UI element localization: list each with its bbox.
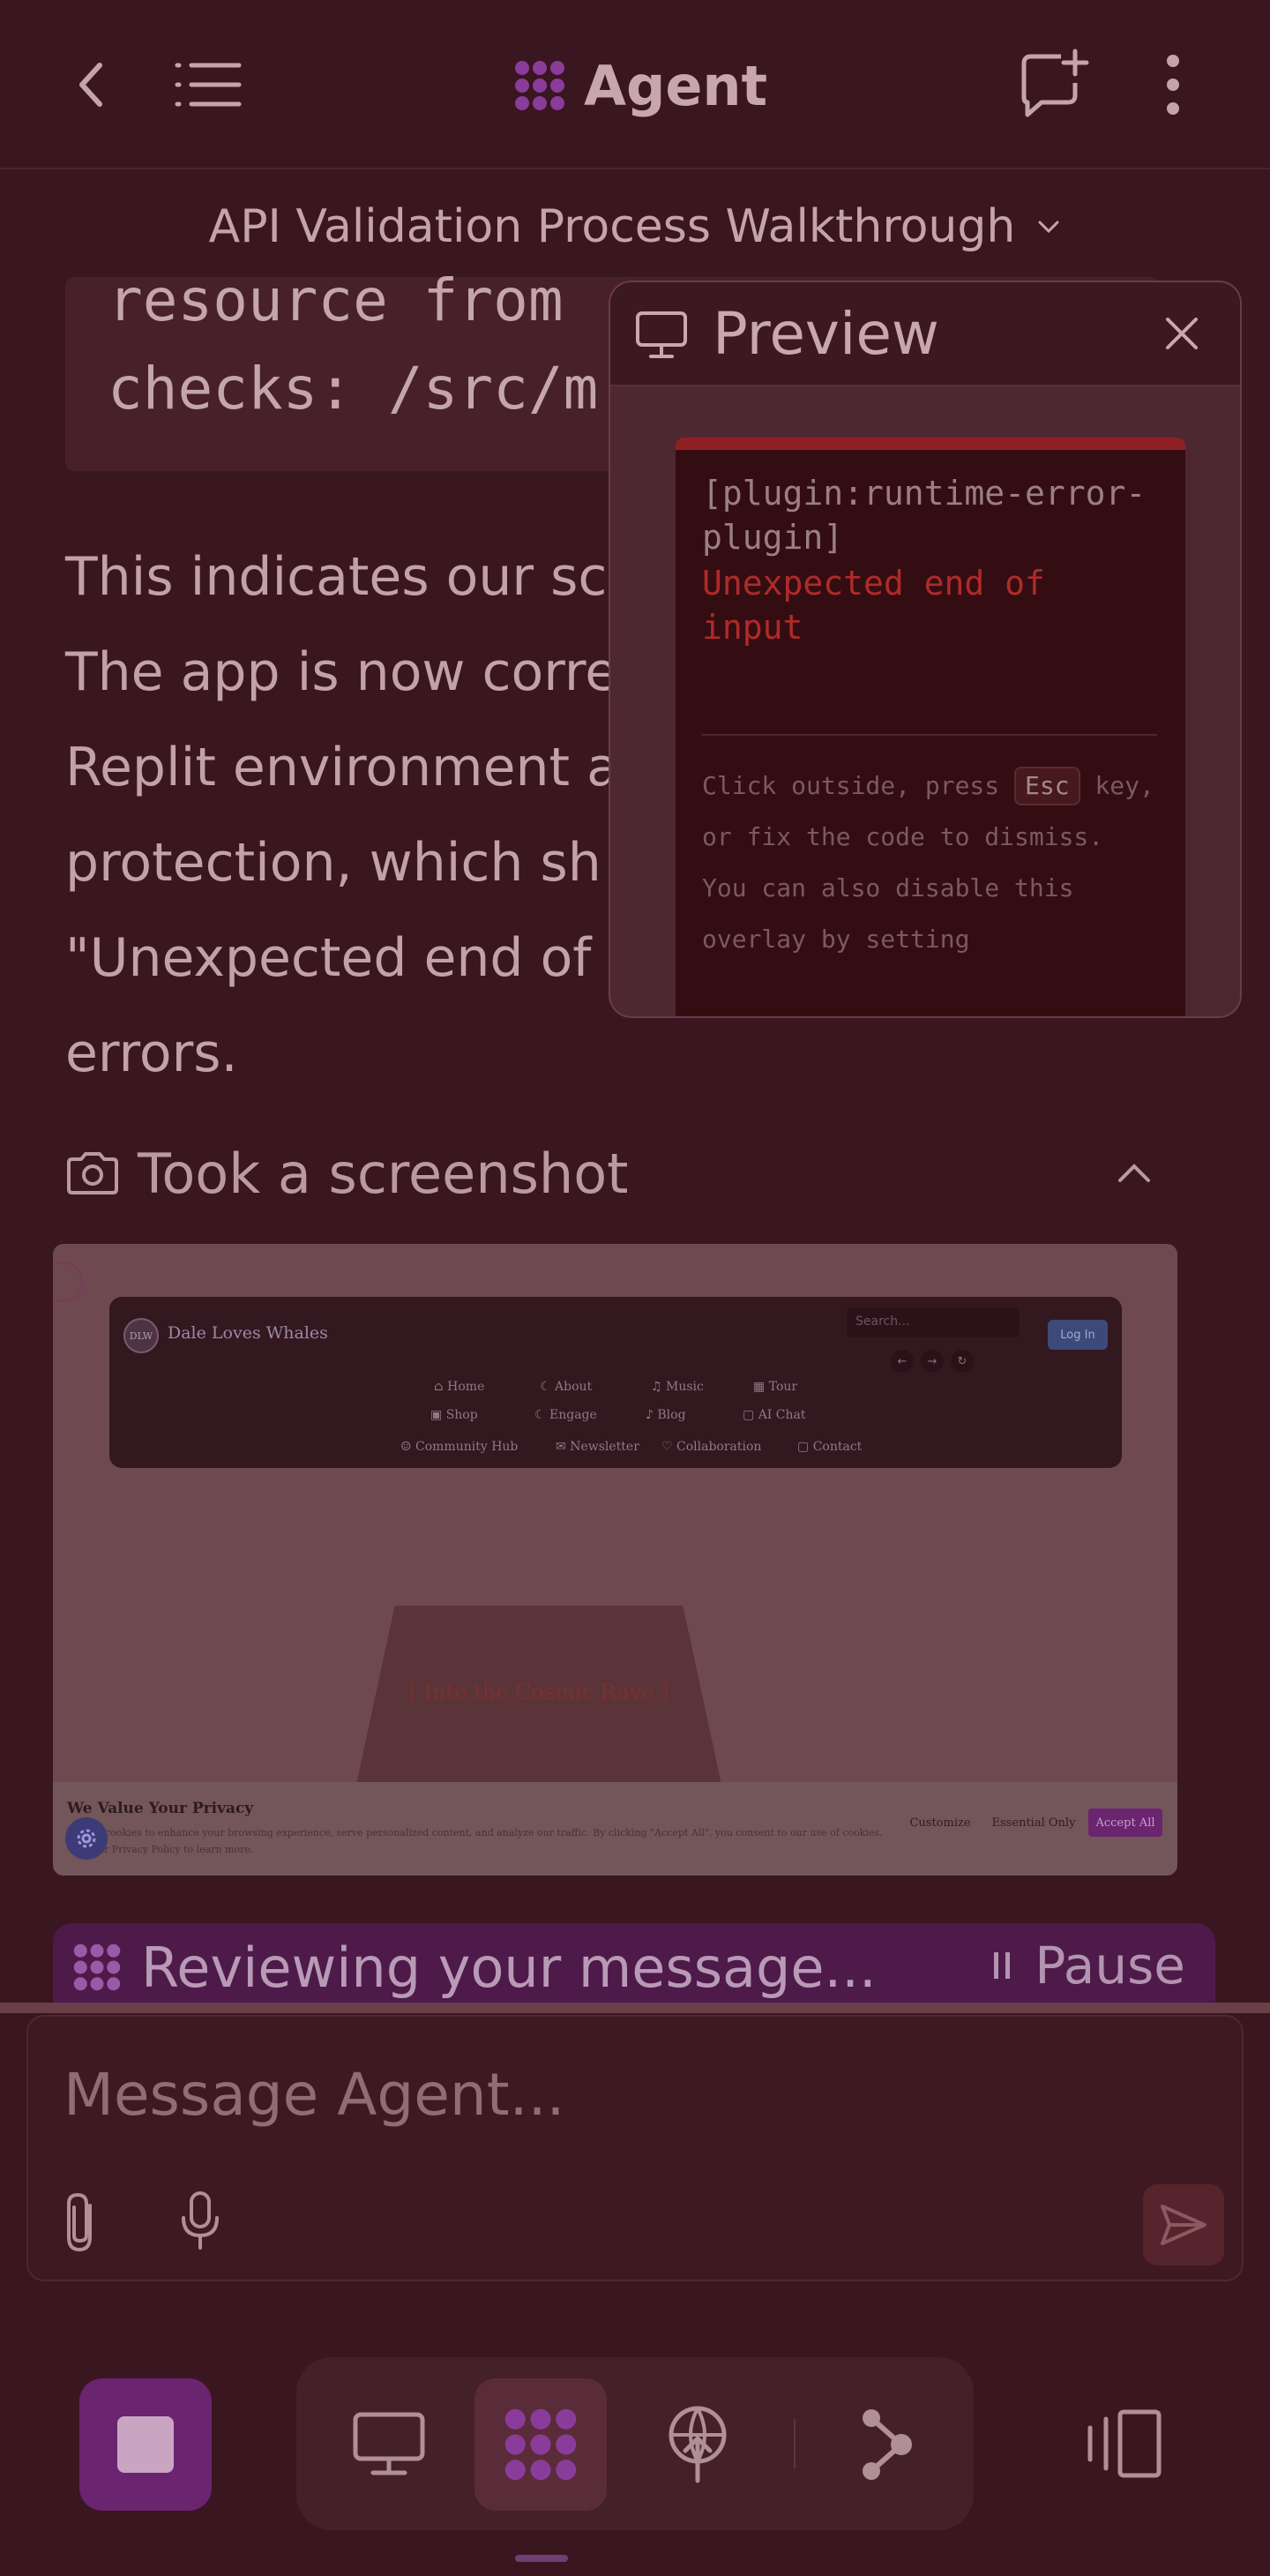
site-navbar: DLW Dale Loves Whales Search... Log In ←… bbox=[109, 1297, 1122, 1468]
divider bbox=[0, 2003, 1270, 2013]
settings-fab bbox=[65, 1817, 108, 1860]
site-nav-link: ♫ Music bbox=[651, 1380, 704, 1394]
site-nav-link: ♡ Collaboration bbox=[661, 1440, 762, 1454]
close-preview-button[interactable] bbox=[1162, 314, 1201, 356]
refresh-icon: ↻ bbox=[951, 1350, 974, 1373]
tab-agent[interactable] bbox=[474, 2378, 607, 2511]
site-login-button: Log In bbox=[1048, 1320, 1108, 1350]
hero-title: [ Into the Cosmic Rave ] bbox=[408, 1680, 669, 1704]
error-plugin: [plugin:runtime-error-plugin] bbox=[702, 474, 1147, 557]
stop-icon bbox=[117, 2416, 174, 2473]
tab-separator bbox=[794, 2419, 796, 2468]
site-nav-link: ▢ Contact bbox=[797, 1440, 863, 1454]
site-nav-link: ⌂ Home bbox=[434, 1380, 485, 1394]
conversation-title: API Validation Process Walkthrough bbox=[208, 200, 1016, 253]
agent-logo-icon bbox=[73, 1943, 121, 1991]
divider bbox=[702, 734, 1157, 736]
runtime-error-overlay: [plugin:runtime-error-plugin] Unexpected… bbox=[676, 438, 1185, 1016]
chevron-up-icon bbox=[1118, 1164, 1150, 1182]
esc-key: Esc bbox=[1014, 767, 1080, 805]
site-nav-link: ▦ Tour bbox=[753, 1380, 798, 1394]
error-hint: Click outside, press Esc key, or fix the… bbox=[702, 760, 1161, 965]
status-message: Reviewing your message... bbox=[141, 1935, 877, 2000]
cookie-accept-button: Accept All bbox=[1088, 1808, 1162, 1837]
home-indicator bbox=[515, 2555, 568, 2562]
voice-input-button[interactable] bbox=[178, 2190, 222, 2255]
site-nav-link: ▣ Shop bbox=[430, 1408, 478, 1422]
code-line: resource from bbox=[108, 266, 564, 334]
arrow-left-icon: ← bbox=[891, 1350, 914, 1373]
cookie-customize-button: Customize bbox=[909, 1816, 971, 1830]
code-line: checks: /src/m bbox=[108, 355, 599, 423]
site-nav-link: ▢ AI Chat bbox=[743, 1408, 806, 1422]
more-vertical-icon bbox=[1167, 55, 1179, 115]
preview-header: Preview bbox=[610, 282, 1240, 386]
bottom-tab-group bbox=[296, 2357, 974, 2530]
new-chat-button[interactable] bbox=[1014, 49, 1094, 120]
site-name: Dale Loves Whales bbox=[168, 1323, 328, 1343]
panels-icon bbox=[1087, 2409, 1162, 2478]
message-composer: Message Agent... bbox=[26, 2015, 1244, 2281]
stop-button[interactable] bbox=[79, 2378, 212, 2511]
site-nav-link: ✉ Newsletter bbox=[556, 1440, 639, 1454]
screenshot-action-row[interactable]: Took a screenshot bbox=[65, 1129, 1177, 1217]
site-search-input: Search... bbox=[847, 1307, 1020, 1337]
cookie-essential-button: Essential Only bbox=[991, 1816, 1076, 1830]
site-nav-link: ☾ Engage bbox=[534, 1408, 597, 1422]
share-nodes-icon bbox=[863, 2409, 912, 2480]
monitor-icon bbox=[353, 2412, 425, 2475]
site-nav-link: ☺ Community Hub bbox=[400, 1440, 519, 1454]
history-list-button[interactable] bbox=[169, 49, 249, 120]
tab-preview[interactable] bbox=[323, 2378, 455, 2511]
tabs-switcher-button[interactable] bbox=[1081, 2407, 1164, 2484]
globe-upload-icon bbox=[669, 2406, 727, 2483]
tab-deploy[interactable] bbox=[631, 2378, 764, 2511]
tab-integrations[interactable] bbox=[820, 2378, 952, 2511]
page-title: Agent bbox=[584, 53, 768, 118]
preview-title: Preview bbox=[713, 300, 939, 368]
close-icon bbox=[1166, 318, 1198, 349]
agent-logo-icon bbox=[515, 61, 564, 110]
arrow-right-icon: → bbox=[921, 1350, 944, 1373]
list-icon bbox=[175, 63, 242, 107]
paperclip-icon bbox=[67, 2192, 92, 2252]
site-logo: DLW bbox=[123, 1318, 159, 1353]
site-nav-link: ☾ About bbox=[540, 1380, 593, 1394]
microphone-icon bbox=[182, 2191, 219, 2250]
camera-icon bbox=[67, 1152, 118, 1194]
pause-icon bbox=[994, 1952, 1011, 1979]
back-button[interactable] bbox=[56, 49, 127, 120]
agent-status-bar: Reviewing your message... Pause bbox=[53, 1923, 1215, 2011]
chevron-down-icon bbox=[1038, 221, 1059, 234]
preview-panel: Preview [plugin:runtime-error-plugin] Un… bbox=[609, 281, 1242, 1018]
conversation-title-dropdown[interactable]: API Validation Process Walkthrough bbox=[0, 187, 1270, 266]
send-button[interactable] bbox=[1143, 2184, 1224, 2265]
gear-icon bbox=[77, 1829, 96, 1848]
attach-button[interactable] bbox=[60, 2190, 102, 2258]
site-nav-link: ♪ Blog bbox=[646, 1408, 686, 1422]
header-title-group: Agent bbox=[512, 46, 767, 125]
more-options-button[interactable] bbox=[1138, 49, 1208, 120]
theme-toggle-icon bbox=[53, 1262, 83, 1302]
agent-logo-icon bbox=[504, 2408, 577, 2481]
screenshot-image[interactable]: DLW Dale Loves Whales Search... Log In ←… bbox=[53, 1244, 1177, 1876]
cookie-banner: We Value Your Privacy We use cookies to … bbox=[53, 1782, 1177, 1876]
error-message: Unexpected end of input bbox=[702, 564, 1045, 647]
cookie-body: We use cookies to enhance your browsing … bbox=[67, 1827, 883, 1855]
cookie-heading: We Value Your Privacy bbox=[67, 1800, 254, 1817]
message-line: errors. bbox=[65, 1022, 238, 1084]
pause-label: Pause bbox=[1035, 1936, 1185, 1996]
top-header: Agent bbox=[0, 0, 1270, 169]
screenshot-label: Took a screenshot bbox=[138, 1141, 629, 1206]
message-plus-icon bbox=[1021, 49, 1089, 117]
message-input[interactable]: Message Agent... bbox=[64, 2061, 565, 2129]
chevron-left-icon bbox=[79, 63, 102, 107]
monitor-icon bbox=[636, 311, 687, 358]
send-icon bbox=[1161, 2205, 1206, 2245]
pause-button[interactable]: Pause bbox=[992, 1936, 1185, 1996]
